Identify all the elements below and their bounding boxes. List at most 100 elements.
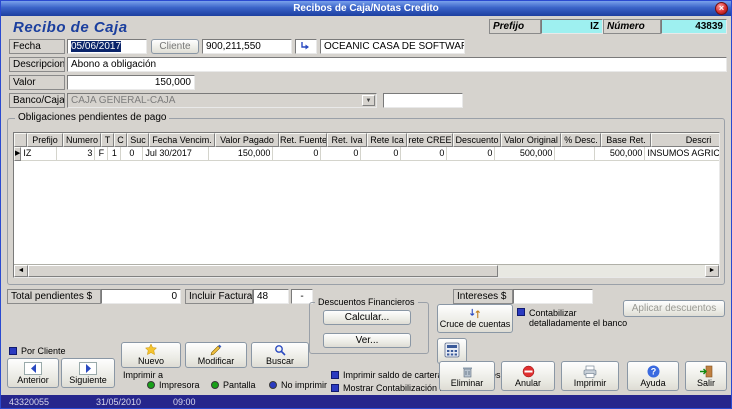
col-header-descuento[interactable]: Descuento: [453, 133, 501, 147]
close-icon[interactable]: ×: [715, 2, 728, 15]
col-header-fecha-vencim[interactable]: Fecha Vencim.: [149, 133, 215, 147]
banco-extra-input[interactable]: [383, 93, 463, 108]
cliente-lookup-button[interactable]: [295, 39, 317, 54]
cell-numero: 3: [57, 147, 95, 161]
status-date: 31/05/2010: [96, 397, 141, 407]
ayuda-button[interactable]: ? Ayuda: [627, 361, 679, 391]
salir-button[interactable]: Salir: [685, 361, 727, 391]
anular-button[interactable]: Anular: [501, 361, 555, 391]
no-imprimir-label: No imprimir: [281, 380, 327, 390]
checkbox-icon: [517, 308, 525, 316]
total-pendientes-label: Total pendientes $: [7, 289, 101, 304]
intereses-input[interactable]: [513, 289, 593, 304]
scroll-right-icon[interactable]: ►: [705, 265, 719, 277]
col-header-c[interactable]: C: [114, 133, 127, 147]
status-bar: 43320055 31/05/2010 09:00: [1, 395, 731, 408]
horizontal-scrollbar[interactable]: ◄ ►: [14, 264, 719, 277]
siguiente-button[interactable]: Siguiente: [61, 358, 115, 388]
incluir-factura-input[interactable]: 48: [253, 289, 289, 304]
contabilizar-checkbox[interactable]: Contabilizar detalladamente el banco: [517, 308, 635, 328]
col-header-base-ret[interactable]: Base Ret.: [601, 133, 651, 147]
scrollbar-thumb[interactable]: [28, 265, 498, 277]
col-header-valor-original[interactable]: Valor Original: [501, 133, 561, 147]
impresora-label: Impresora: [159, 380, 200, 390]
printer-icon: [583, 365, 597, 378]
cliente-button[interactable]: Cliente: [151, 39, 199, 54]
eliminar-button[interactable]: Eliminar: [439, 361, 495, 391]
col-header-t[interactable]: T: [101, 133, 114, 147]
cell-pct-desc: [555, 147, 595, 161]
status-time: 09:00: [173, 397, 196, 407]
numero-value[interactable]: 43839: [661, 19, 727, 34]
lookup-arrow-icon: [300, 40, 312, 52]
search-icon: [274, 344, 286, 356]
scroll-left-icon[interactable]: ◄: [14, 265, 28, 277]
incluir-factura-label: Incluir Factura: [185, 289, 253, 304]
anterior-button[interactable]: Anterior: [7, 358, 59, 388]
descripcion-input[interactable]: Abono a obligación: [67, 57, 727, 72]
radio-pantalla[interactable]: Pantalla: [211, 380, 256, 390]
aplicar-descuentos-button[interactable]: Aplicar descuentos: [623, 300, 725, 317]
cell-valor-original: 500,000: [495, 147, 555, 161]
cell-descripcion: INSUMOS AGRICO: [645, 147, 720, 161]
col-header-valor-pagado[interactable]: Valor Pagado: [215, 133, 279, 147]
fecha-input[interactable]: 05/06/2017: [67, 39, 147, 54]
cell-t: F: [95, 147, 108, 161]
nuevo-button[interactable]: Nuevo: [121, 342, 181, 368]
window-title: Recibos de Caja/Notas Credito: [293, 3, 439, 14]
col-header-ret-fuente[interactable]: Ret. Fuente: [279, 133, 327, 147]
table-row[interactable]: ▶ IZ 3 F 1 0 Jul 30/2017 150,000 0 0 0 0…: [14, 147, 719, 161]
cliente-name-input[interactable]: OCEANIC CASA DE SOFTWARE LTDA: [320, 39, 465, 54]
eliminar-label: Eliminar: [451, 379, 484, 388]
descuentos-group-title: Descuentos Financieros: [315, 297, 418, 307]
prefijo-label: Prefijo: [489, 19, 541, 34]
title-bar: Recibos de Caja/Notas Credito ×: [1, 1, 731, 16]
descripcion-label: Descripcion: [9, 57, 65, 72]
ayuda-label: Ayuda: [640, 379, 665, 388]
calcular-button[interactable]: Calcular...: [323, 310, 411, 325]
col-header-suc[interactable]: Suc: [127, 133, 149, 147]
valor-input[interactable]: 150,000: [67, 75, 195, 90]
banco-caja-value: CAJA GENERAL-CAJA: [71, 95, 175, 106]
cruce-cuentas-button[interactable]: Cruce de cuentas: [437, 304, 513, 333]
radio-impresora[interactable]: Impresora: [147, 380, 200, 390]
col-header-rete-ica[interactable]: Rete Ica: [367, 133, 407, 147]
scrollbar-track[interactable]: [498, 265, 705, 277]
radio-no-imprimir[interactable]: No imprimir: [269, 380, 327, 390]
cell-rete-cree: 0: [401, 147, 447, 161]
col-header-ret-iva[interactable]: Ret. Iva: [327, 133, 367, 147]
por-cliente-label: Por Cliente: [21, 346, 66, 356]
prefijo-value[interactable]: IZ: [541, 19, 603, 34]
numero-label: Número: [603, 19, 661, 34]
chevron-down-icon[interactable]: ▼: [362, 95, 375, 106]
radio-icon: [269, 381, 277, 389]
cell-prefijo: IZ: [21, 147, 57, 161]
buscar-button[interactable]: Buscar: [251, 342, 309, 368]
exit-icon: [699, 365, 713, 378]
page-title: Recibo de Caja: [13, 19, 128, 36]
salir-label: Salir: [697, 379, 715, 388]
next-arrow-icon: [79, 362, 97, 375]
col-header-prefijo[interactable]: Prefijo: [27, 133, 63, 147]
checkbox-icon: [331, 384, 339, 392]
cruce-cuentas-icon: [468, 308, 482, 319]
col-header-rete-cree[interactable]: rete CREE: [407, 133, 453, 147]
total-pendientes-input[interactable]: 0: [101, 289, 181, 304]
contabilizar-label: Contabilizar detalladamente el banco: [529, 308, 635, 328]
cell-c: 1: [108, 147, 121, 161]
cell-base-ret: 500,000: [595, 147, 645, 161]
col-header-numero[interactable]: Numero: [63, 133, 101, 147]
por-cliente-checkbox[interactable]: Por Cliente: [9, 346, 99, 356]
trash-icon: [461, 365, 474, 378]
cliente-id-input[interactable]: 900,211,550: [202, 39, 292, 54]
imprimir-button[interactable]: Imprimir: [561, 361, 619, 391]
banco-caja-select[interactable]: CAJA GENERAL-CAJA ▼: [67, 93, 377, 108]
banco-caja-label: Banco/Caja: [9, 93, 65, 108]
col-header-descripcion[interactable]: Descri: [651, 133, 720, 147]
cell-ret-fuente: 0: [273, 147, 321, 161]
grid-corner: [14, 133, 27, 147]
modificar-button[interactable]: Modificar: [185, 342, 247, 368]
col-header-pct-desc[interactable]: % Desc.: [561, 133, 601, 147]
ver-button[interactable]: Ver...: [323, 333, 411, 348]
nuevo-label: Nuevo: [138, 357, 164, 366]
